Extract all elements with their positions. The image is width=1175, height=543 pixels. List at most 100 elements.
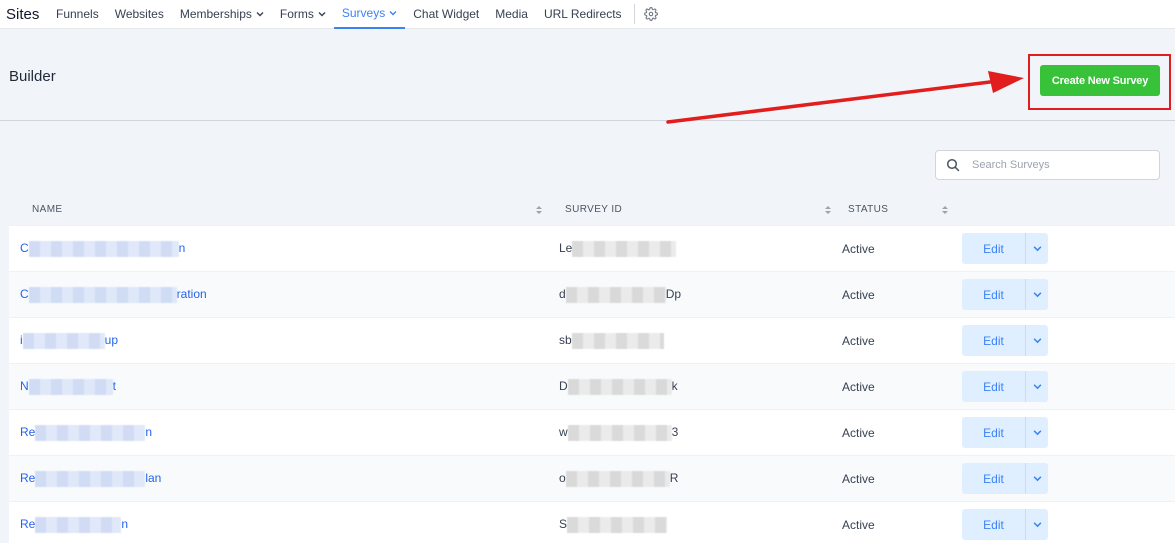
- nav-label: Websites: [114, 7, 164, 21]
- edit-button[interactable]: Edit: [962, 279, 1025, 310]
- redacted-text: [22, 332, 105, 349]
- actions-dropdown-button[interactable]: [1025, 463, 1048, 494]
- column-header-label: SURVEY ID: [565, 204, 623, 215]
- name-prefix: Re: [20, 424, 36, 439]
- nav-item-surveys[interactable]: Surveys: [333, 0, 406, 29]
- nav-item-memberships[interactable]: Memberships: [172, 0, 272, 29]
- table-row: Cn Le Active Edit: [9, 225, 1175, 271]
- brand-title: Sites: [6, 5, 40, 23]
- name-prefix: Re: [20, 470, 36, 485]
- edit-button[interactable]: Edit: [962, 233, 1025, 264]
- chevron-down-icon: [389, 11, 397, 16]
- survey-name-link[interactable]: Nt: [9, 378, 554, 395]
- nav-label: Funnels: [56, 7, 99, 21]
- edit-button[interactable]: Edit: [962, 509, 1025, 540]
- edit-button[interactable]: Edit: [962, 325, 1025, 356]
- id-prefix: sb: [559, 332, 572, 347]
- chevron-down-icon: [256, 12, 264, 17]
- redacted-text: [567, 424, 672, 441]
- row-actions: Edit: [962, 233, 1048, 264]
- table-row: Re lan oR Active Edit: [9, 455, 1175, 501]
- nav-label: Chat Widget: [413, 7, 480, 21]
- name-suffix: lan: [145, 470, 162, 485]
- status-cell: Active: [842, 471, 875, 486]
- top-nav: Sites Funnels Websites Memberships Forms…: [0, 0, 1175, 29]
- redacted-text: [28, 378, 113, 395]
- actions-dropdown-button[interactable]: [1025, 233, 1048, 264]
- survey-name-link[interactable]: Cration: [9, 286, 554, 303]
- redacted-text: [35, 516, 122, 533]
- chevron-down-icon: [1033, 476, 1041, 482]
- survey-name-link[interactable]: i up: [9, 332, 554, 349]
- redacted-text: [35, 470, 146, 487]
- actions-dropdown-button[interactable]: [1025, 509, 1048, 540]
- nav-item-forms[interactable]: Forms: [272, 0, 334, 29]
- survey-id-cell: sb: [554, 332, 837, 349]
- nav-item-funnels[interactable]: Funnels: [48, 0, 107, 29]
- column-header-survey-id[interactable]: SURVEY ID: [554, 204, 837, 215]
- survey-id-cell: w3: [554, 424, 837, 441]
- redacted-text: [28, 240, 179, 257]
- name-prefix: Re: [20, 516, 36, 531]
- column-header-status[interactable]: STATUS: [837, 204, 949, 215]
- redacted-text: [572, 240, 677, 257]
- table-row: Nt Dk Active Edit: [9, 363, 1175, 409]
- chevron-down-icon: [1033, 384, 1041, 390]
- nav-label: Forms: [279, 7, 314, 21]
- status-cell: Active: [842, 425, 875, 440]
- status-cell: Active: [842, 517, 875, 532]
- redacted-text: [567, 516, 668, 533]
- chevron-down-icon: [1033, 522, 1041, 528]
- chevron-down-icon: [1033, 246, 1041, 252]
- nav-item-chat-widget[interactable]: Chat Widget: [405, 0, 487, 29]
- table-row: Cration d Dp Active Edit: [9, 271, 1175, 317]
- nav-label: Memberships: [179, 7, 252, 21]
- table-row: Re n S Active Edit: [9, 501, 1175, 543]
- survey-name-link[interactable]: Re lan: [9, 470, 554, 487]
- name-suffix: up: [104, 332, 119, 347]
- search-input[interactable]: [972, 159, 1142, 171]
- page-title: Builder: [9, 68, 56, 85]
- sort-icon: [825, 205, 831, 214]
- row-actions: Edit: [962, 509, 1048, 540]
- nav-item-websites[interactable]: Websites: [107, 0, 172, 29]
- redacted-text: [28, 286, 177, 303]
- survey-name-link[interactable]: Re n: [9, 516, 554, 533]
- id-prefix: S: [559, 516, 568, 531]
- nav-item-url-redirects[interactable]: URL Redirects: [536, 0, 630, 29]
- name-prefix: C: [20, 286, 29, 301]
- survey-id-cell: d Dp: [554, 286, 837, 303]
- actions-dropdown-button[interactable]: [1025, 325, 1048, 356]
- gear-icon[interactable]: [643, 6, 659, 22]
- create-new-survey-button[interactable]: Create New Survey: [1040, 65, 1160, 96]
- nav-item-media[interactable]: Media: [487, 0, 536, 29]
- redacted-text: [571, 332, 664, 349]
- actions-dropdown-button[interactable]: [1025, 279, 1048, 310]
- id-prefix: D: [559, 378, 568, 393]
- actions-dropdown-button[interactable]: [1025, 417, 1048, 448]
- name-suffix: t: [112, 378, 117, 393]
- search-box[interactable]: [935, 150, 1160, 180]
- surveys-table: NAME SURVEY ID STATUS Cn Le Active Edit …: [9, 194, 1175, 543]
- annotation-arrow: [666, 71, 1024, 124]
- column-header-name[interactable]: NAME: [9, 204, 554, 215]
- survey-id-cell: Le: [554, 240, 837, 257]
- name-prefix: C: [20, 240, 29, 255]
- id-prefix: Le: [559, 240, 573, 255]
- chevron-down-icon: [318, 12, 326, 17]
- edit-button[interactable]: Edit: [962, 463, 1025, 494]
- redacted-text: [565, 286, 666, 303]
- actions-dropdown-button[interactable]: [1025, 371, 1048, 402]
- nav-label: URL Redirects: [543, 7, 622, 21]
- row-actions: Edit: [962, 279, 1048, 310]
- survey-id-cell: Dk: [554, 378, 837, 395]
- column-header-label: NAME: [32, 204, 63, 215]
- row-actions: Edit: [962, 325, 1048, 356]
- edit-button[interactable]: Edit: [962, 417, 1025, 448]
- redacted-text: [565, 470, 670, 487]
- name-suffix: ration: [176, 286, 207, 301]
- edit-button[interactable]: Edit: [962, 371, 1025, 402]
- nav-label: Surveys: [341, 6, 386, 20]
- survey-name-link[interactable]: Cn: [9, 240, 554, 257]
- survey-name-link[interactable]: Re n: [9, 424, 554, 441]
